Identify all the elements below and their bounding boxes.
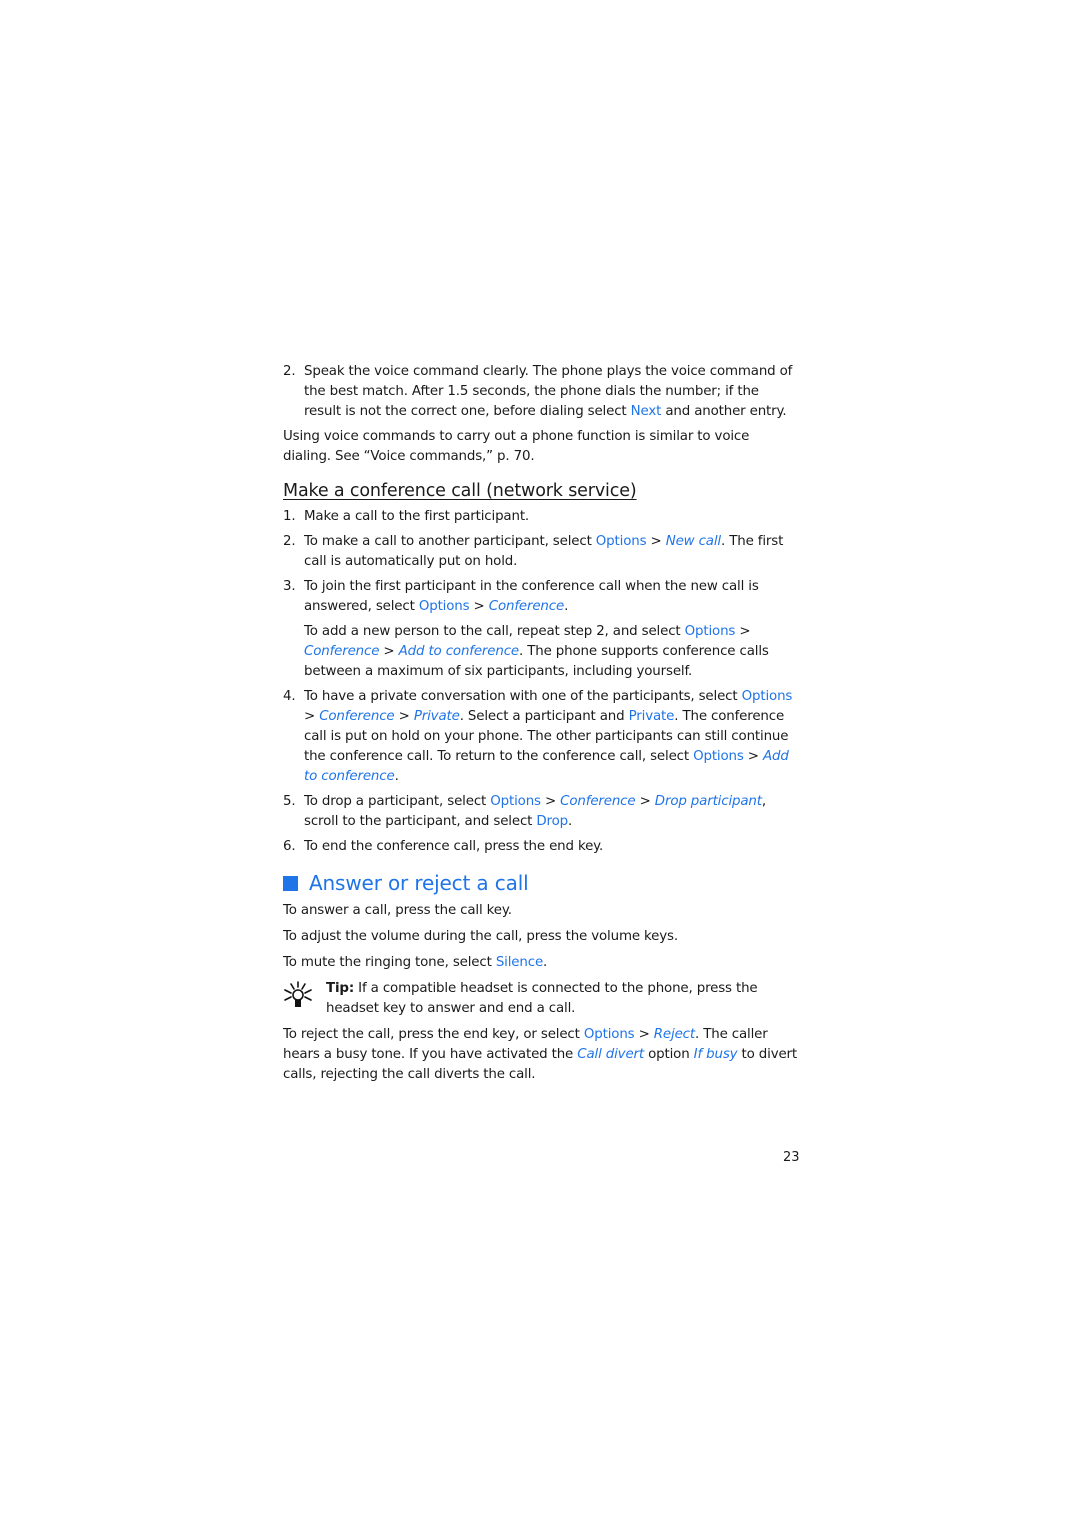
conference-heading: Make a conference call (network service) (283, 481, 637, 501)
options-command: Options (693, 749, 744, 764)
volume-paragraph: To adjust the volume during the call, pr… (283, 929, 678, 944)
conference-command: Conference (488, 599, 565, 614)
private-key: Private (628, 709, 675, 724)
voice-step-2: 2. Speak the voice command clearly. The … (283, 364, 793, 419)
options-command: Options (418, 599, 470, 614)
options-command: Options (741, 689, 793, 704)
next-command: Next (630, 404, 662, 419)
conference-step-5: 5. To drop a participant, select Options… (283, 794, 766, 829)
if-busy-command: If busy (693, 1047, 738, 1062)
add-to-conference-command: Add to conference (398, 644, 520, 659)
silence-command: Silence (495, 955, 544, 970)
private-command: Private (413, 709, 460, 724)
options-command: Options (583, 1027, 635, 1042)
answer-reject-heading: Answer or reject a call (283, 870, 799, 896)
tip-label: Tip: (326, 981, 355, 996)
answer-paragraph: To answer a call, press the call key. (283, 903, 512, 918)
conference-step-1: 1. Make a call to the first participant. (283, 509, 530, 524)
voice-commands-paragraph: Using voice commands to carry out a phon… (283, 429, 750, 464)
call-divert-command: Call divert (577, 1047, 644, 1062)
conference-step-6: 6. To end the conference call, press the… (283, 839, 604, 854)
options-command: Options (684, 624, 736, 639)
drop-participant-command: Drop participant (654, 794, 762, 809)
reject-command: Reject (653, 1027, 695, 1042)
manual-page: 2. Speak the voice command clearly. The … (283, 362, 799, 1091)
lightbulb-tip-icon (284, 981, 312, 1007)
tip-box: Tip: If a compatible headset is connecte… (283, 979, 799, 1019)
section-square-icon (283, 875, 298, 891)
conference-command: Conference (319, 709, 395, 724)
page-number: 23 (783, 1150, 800, 1165)
conference-step-3: 3. To join the first participant in the … (283, 577, 799, 682)
step-number: 2. (283, 364, 296, 379)
conference-command: Conference (560, 794, 636, 809)
conference-command: Conference (304, 644, 380, 659)
new-call-command: New call (665, 534, 721, 549)
reject-paragraph: To reject the call, press the end key, o… (283, 1027, 798, 1082)
options-command: Options (595, 534, 647, 549)
conference-step-4: 4. To have a private conversation with o… (283, 689, 793, 784)
conference-step-3-continuation: To add a new person to the call, repeat … (304, 624, 769, 679)
options-command: Options (490, 794, 541, 809)
conference-step-2: 2. To make a call to another participant… (283, 534, 784, 569)
mute-paragraph: To mute the ringing tone, select Silence… (283, 955, 548, 970)
drop-key: Drop (536, 814, 569, 829)
